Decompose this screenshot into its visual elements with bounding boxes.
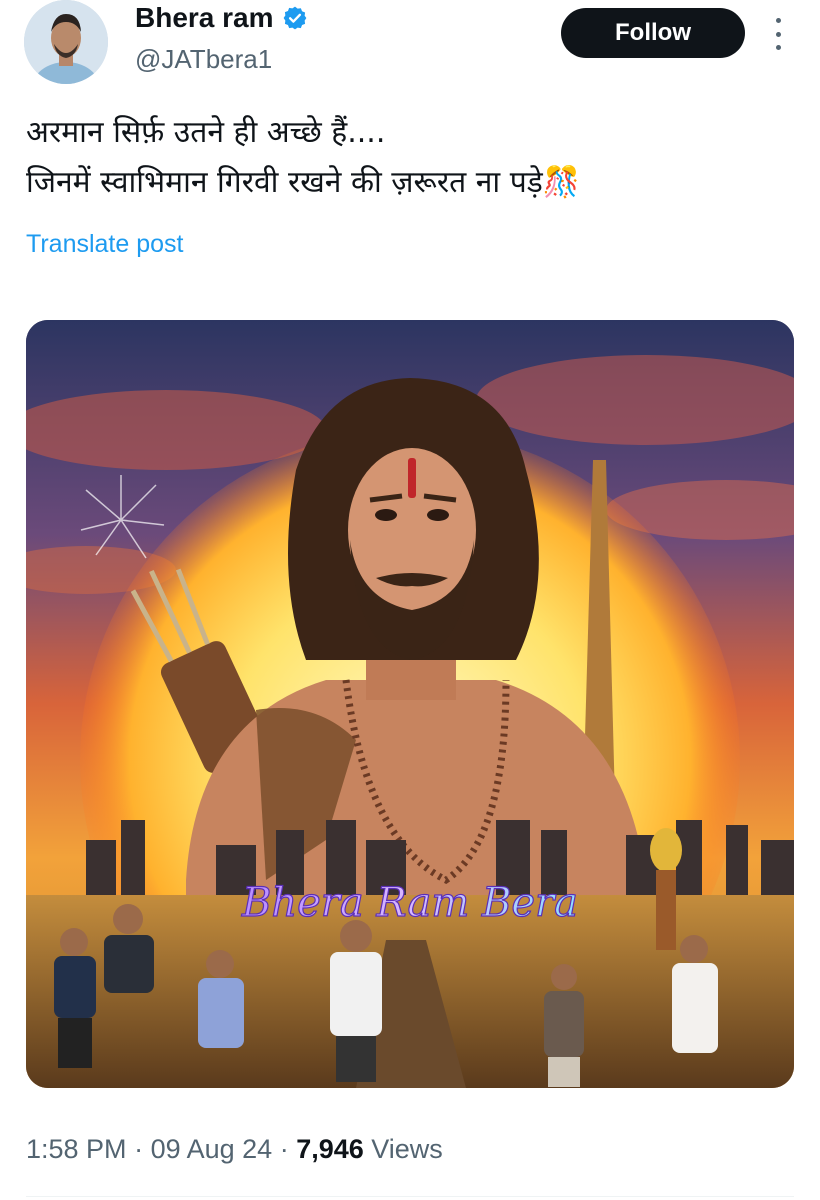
post-time[interactable]: 1:58 PM [26,1134,127,1164]
poster-overlay-text: Bhera Ram Bera [241,880,578,926]
user-name[interactable]: Bhera ram [135,2,274,34]
avatar[interactable] [24,0,108,84]
post-media-image[interactable]: Bhera Ram Bera [26,320,794,1088]
post-text: अरमान सिर्फ़ उतने ही अच्छे हैं.... जिनमे… [26,108,786,208]
post-meta: 1:58 PM · 09 Aug 24 · 7,946 Views [26,1134,443,1165]
meta-separator: · [272,1134,297,1164]
divider [26,1196,794,1197]
follow-button[interactable]: Follow [561,8,745,58]
avatar-image [24,0,108,84]
post-text-line: जिनमें स्वाभिमान गिरवी रखने की ज़रूरत ना… [26,165,581,200]
verified-badge-icon [283,6,306,30]
views-label: Views [363,1134,443,1164]
translate-post-link[interactable]: Translate post [26,230,183,259]
meta-separator: · [126,1134,151,1164]
poster-image: Bhera Ram Bera [26,320,794,1088]
views-count[interactable]: 7,946 [296,1134,364,1164]
user-handle[interactable]: @JATbera1 [135,44,272,75]
user-name-row[interactable]: Bhera ram [135,2,308,34]
post-date[interactable]: 09 Aug 24 [151,1134,273,1164]
post-text-line: अरमान सिर्फ़ उतने ही अच्छे हैं.... [26,115,386,150]
more-options-icon[interactable] [766,14,790,54]
